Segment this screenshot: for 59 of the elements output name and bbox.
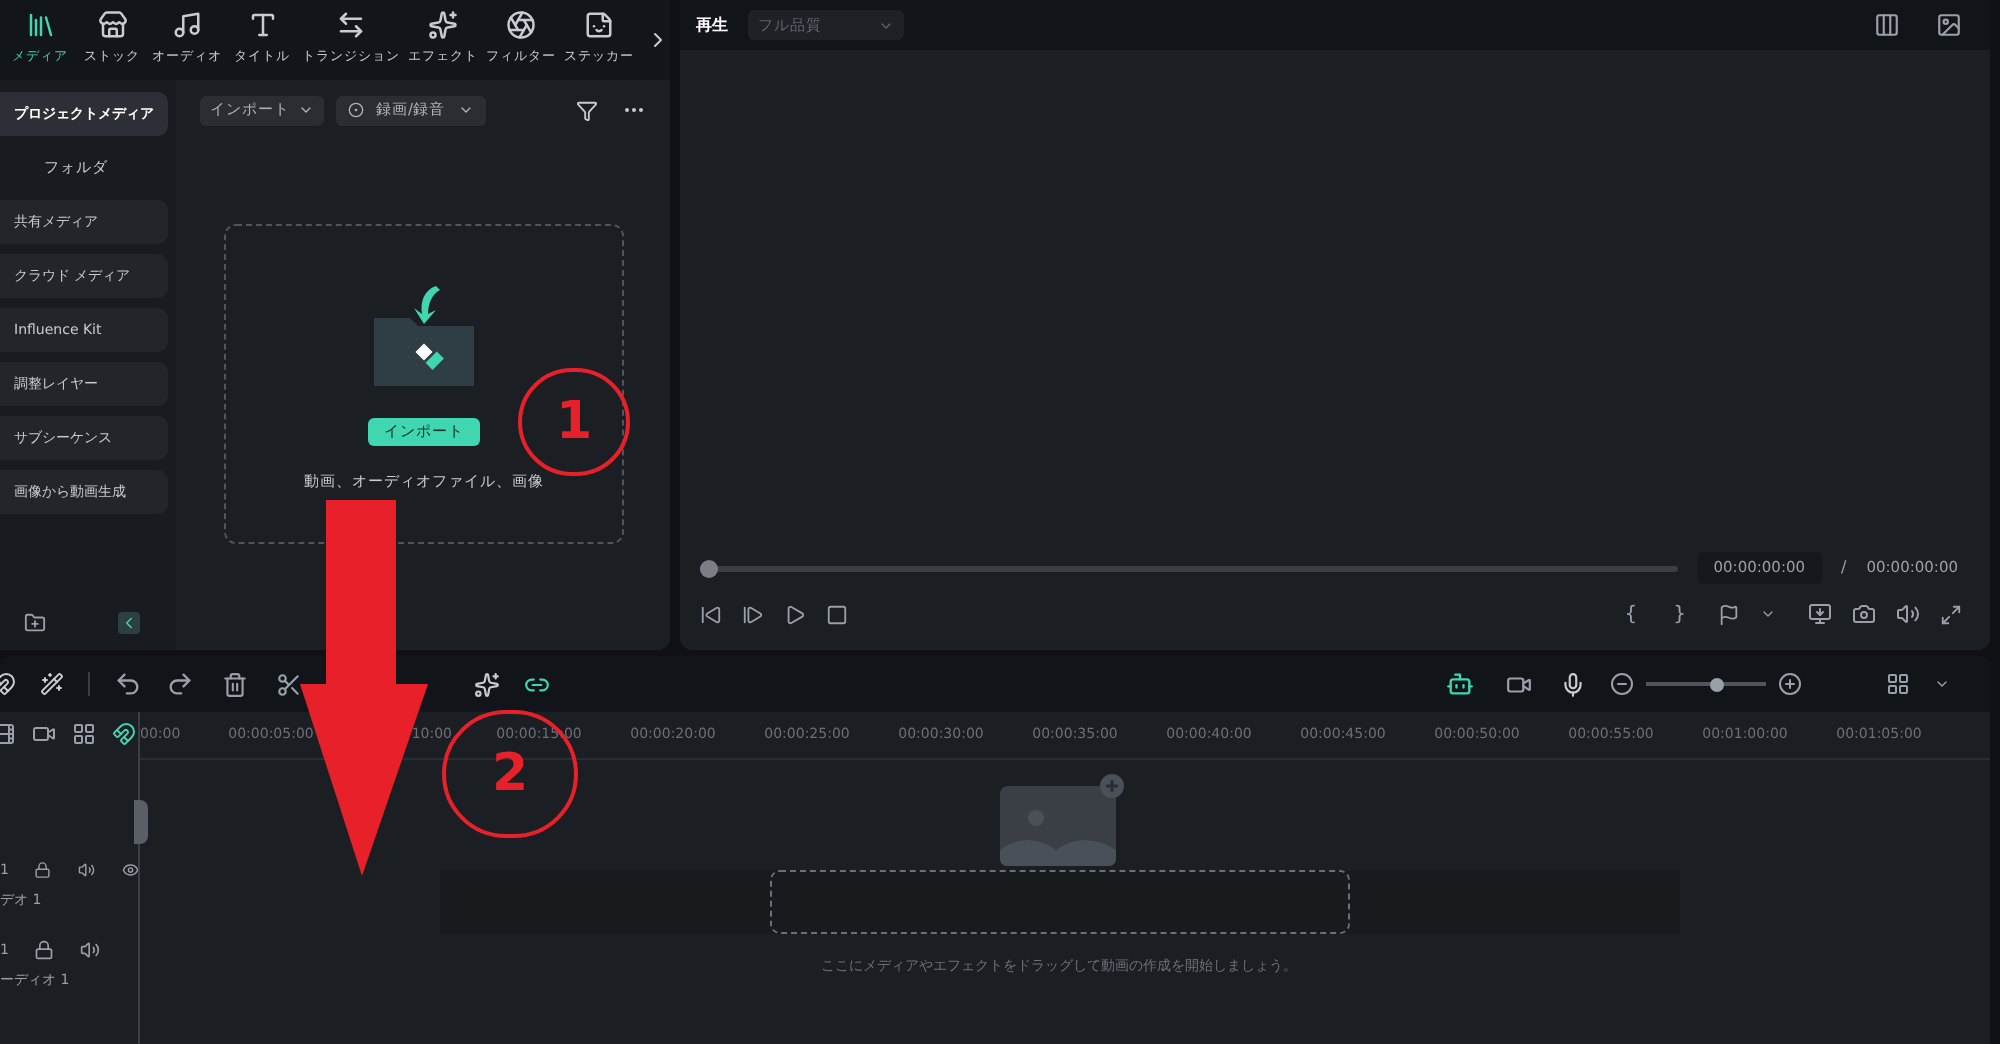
play-icon[interactable] <box>784 603 806 625</box>
fullscreen-icon[interactable] <box>1940 603 1962 625</box>
marker-icon[interactable] <box>1718 603 1740 625</box>
add-media-icon <box>995 774 1123 870</box>
volume-icon[interactable] <box>77 860 95 881</box>
ai-icon[interactable] <box>474 671 500 697</box>
record-dot-icon <box>348 102 364 118</box>
select-tool-icon[interactable] <box>40 672 64 696</box>
zoom-thumb[interactable] <box>1709 677 1724 691</box>
caret-icon[interactable] <box>1934 676 1950 692</box>
undo-icon[interactable] <box>114 670 142 698</box>
tab-icon <box>506 10 536 40</box>
next-frame-icon[interactable] <box>742 603 764 625</box>
mark-out-button[interactable]: } <box>1669 599 1690 629</box>
grid-icon[interactable] <box>1886 672 1910 696</box>
progress-thumb[interactable] <box>700 559 718 577</box>
eye-icon[interactable] <box>121 860 139 881</box>
display-icon[interactable] <box>1808 602 1832 626</box>
playhead-handle[interactable] <box>134 800 148 844</box>
chevron-left-icon <box>120 614 138 632</box>
filter-icon[interactable] <box>576 99 598 121</box>
zoom-in-icon[interactable] <box>1778 672 1802 696</box>
track-snap-icon[interactable] <box>112 722 136 746</box>
caret-icon <box>298 102 314 118</box>
player-title: 再生 <box>696 13 728 37</box>
redo-icon[interactable] <box>166 670 194 698</box>
tab-icon <box>584 10 614 40</box>
tab-icon <box>336 10 366 40</box>
stop-icon[interactable] <box>826 603 848 625</box>
snapshot-icon[interactable] <box>1936 12 1962 38</box>
progress-track[interactable] <box>700 559 1678 577</box>
track-layout-icon[interactable] <box>72 722 96 746</box>
camera-icon[interactable] <box>1852 602 1876 626</box>
zoom-slider[interactable] <box>1646 677 1766 691</box>
scissors-icon[interactable] <box>276 671 302 697</box>
lock-icon[interactable] <box>34 860 52 881</box>
tab-icon <box>25 10 55 40</box>
volume-icon[interactable] <box>80 940 101 961</box>
tab-icon <box>172 10 202 40</box>
previous-frame-icon[interactable] <box>700 603 722 625</box>
tab-icon <box>247 10 277 40</box>
layout-icon[interactable] <box>1874 12 1900 38</box>
mark-in-button[interactable]: { <box>1620 599 1642 629</box>
track-video-icon[interactable] <box>32 722 56 746</box>
microphone-icon[interactable] <box>1560 671 1586 697</box>
record-icon[interactable] <box>1506 671 1532 697</box>
tab-icon <box>97 10 127 40</box>
delete-icon[interactable] <box>222 671 248 697</box>
time-separator: / <box>1841 556 1847 580</box>
tab-icon <box>428 10 458 40</box>
lock-icon[interactable] <box>34 940 55 961</box>
volume-icon[interactable] <box>1896 602 1920 626</box>
drop-zone[interactable] <box>769 870 1349 934</box>
caret-icon[interactable] <box>1760 606 1776 622</box>
robot-icon[interactable] <box>1446 670 1474 698</box>
new-folder-icon[interactable] <box>24 612 46 634</box>
zoom-out-icon[interactable] <box>1610 672 1634 696</box>
caret-icon <box>457 102 474 118</box>
collapse-button[interactable] <box>118 612 140 634</box>
